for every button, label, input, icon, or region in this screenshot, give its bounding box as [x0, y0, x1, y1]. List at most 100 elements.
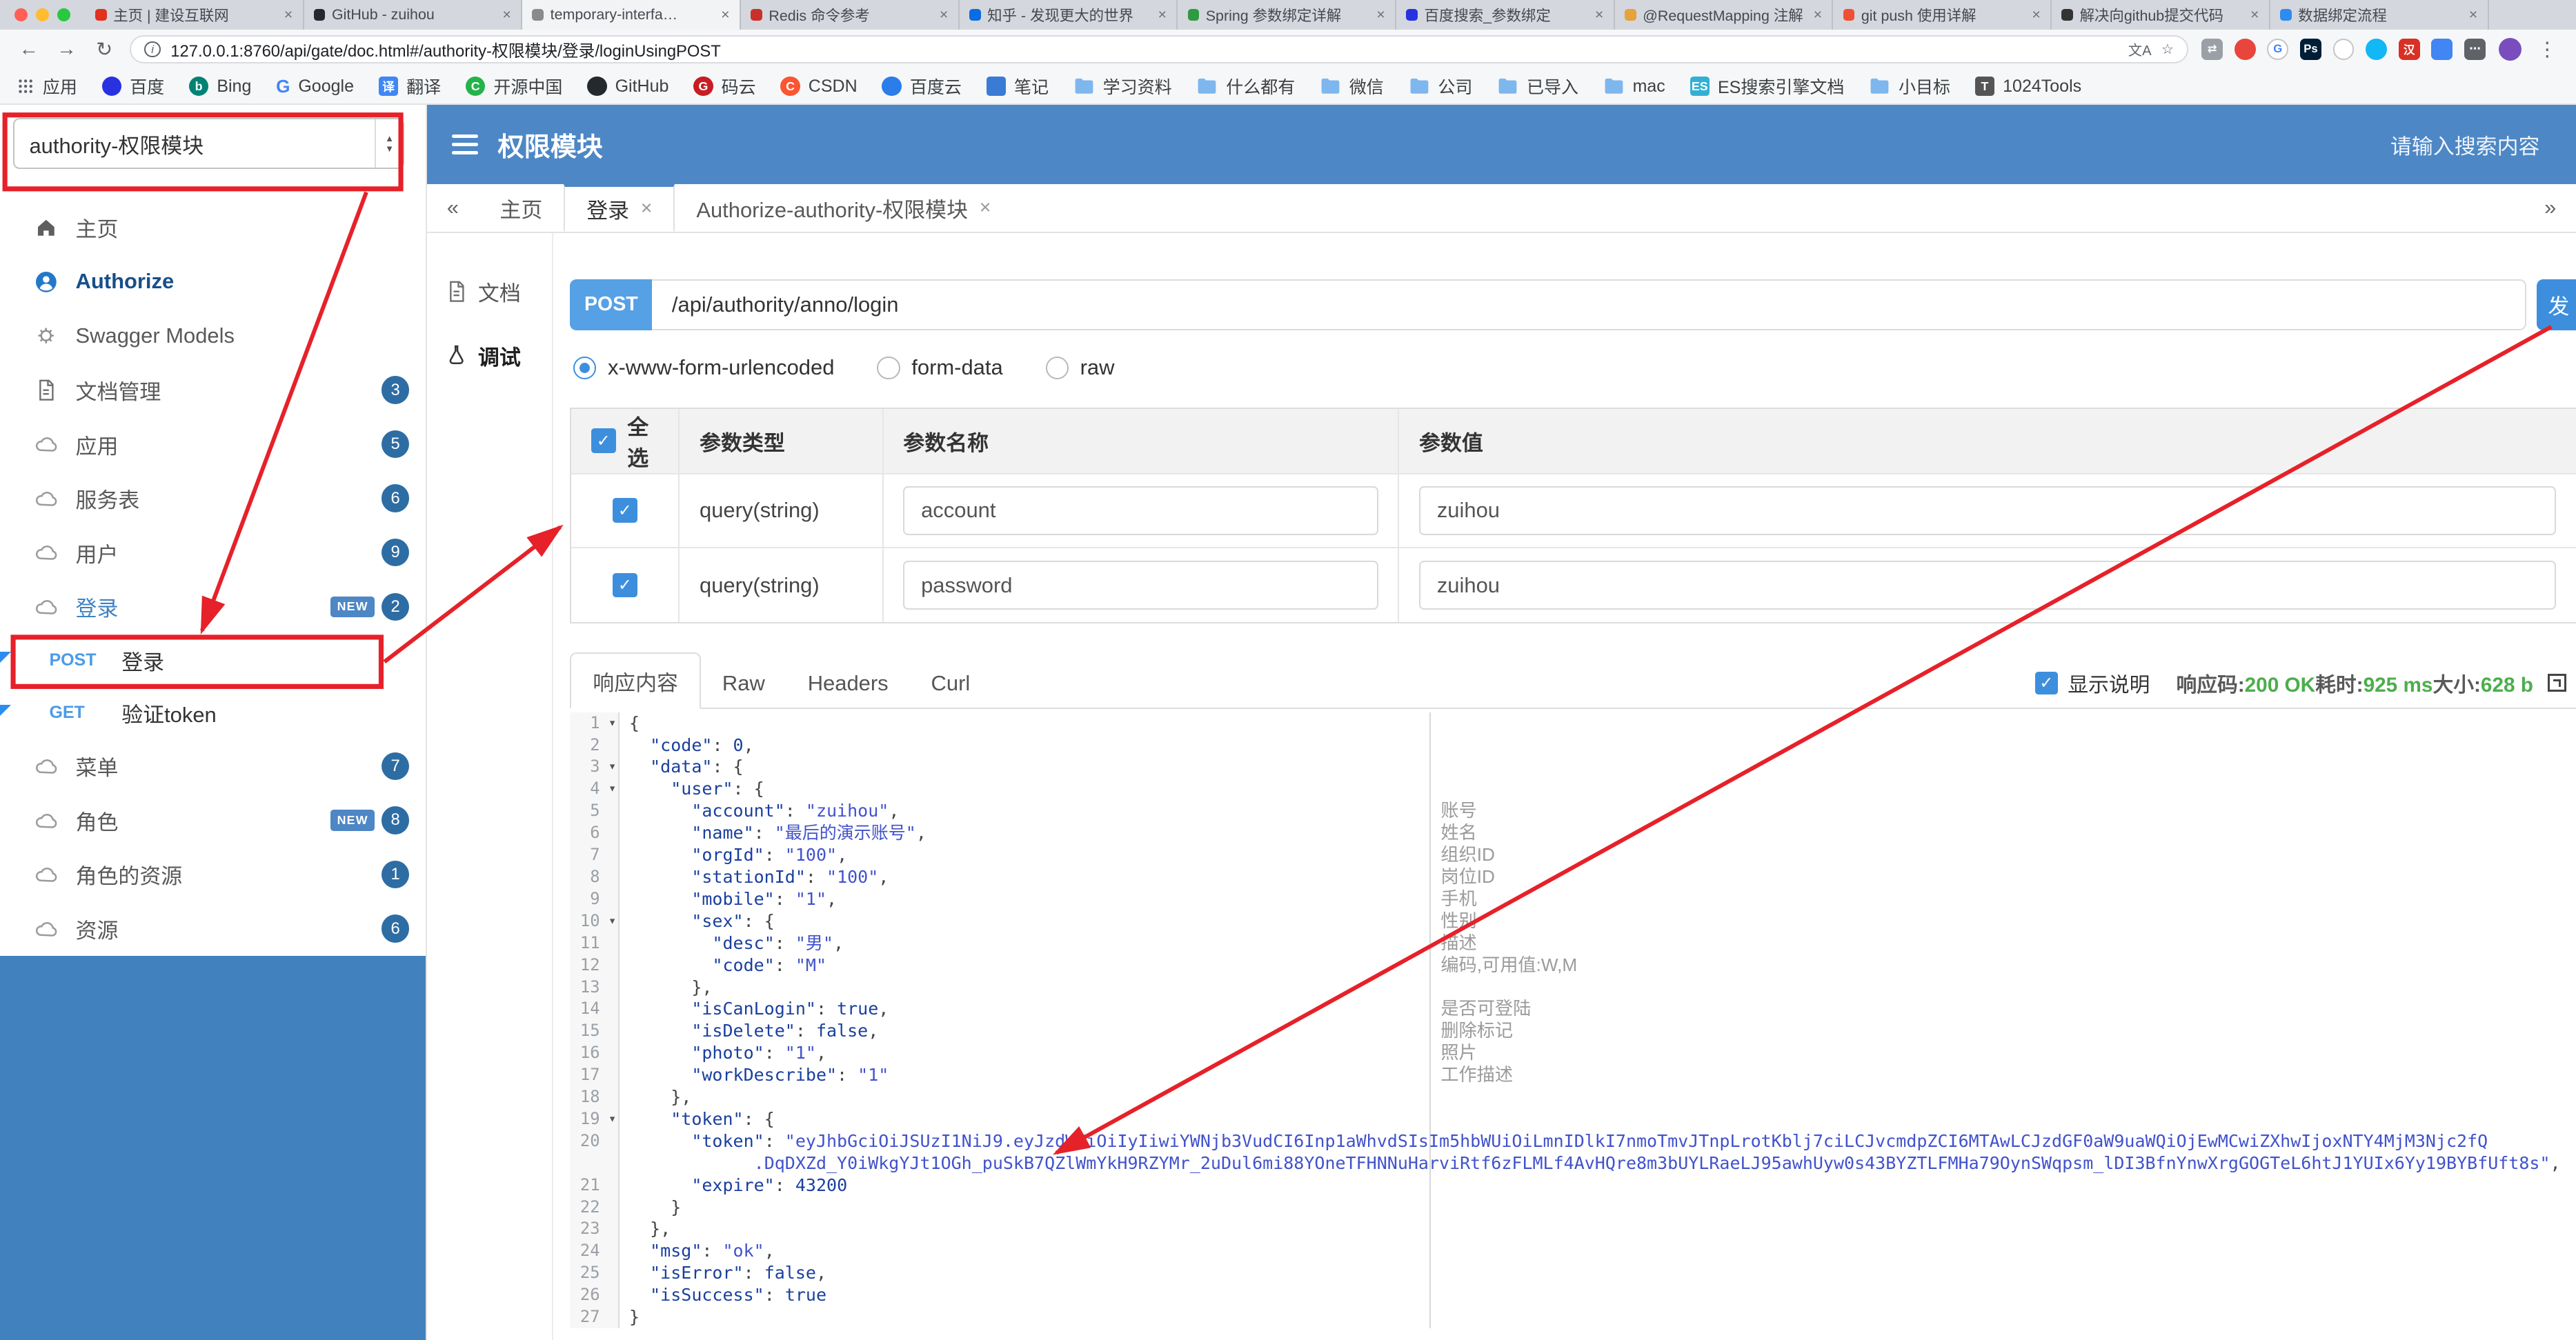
- fold-icon[interactable]: ▾: [608, 756, 616, 778]
- service-select[interactable]: authority-权限模块 ▲ ▼: [13, 118, 404, 170]
- sidebar-item[interactable]: 菜单 7: [0, 739, 426, 794]
- bookmark-item[interactable]: T 1024Tools: [1974, 77, 2081, 97]
- tab-close-icon[interactable]: ×: [502, 6, 511, 23]
- bookmark-star-icon[interactable]: ☆: [2161, 41, 2174, 58]
- extension-icon[interactable]: G: [2267, 38, 2289, 60]
- back-icon[interactable]: ←: [17, 38, 41, 61]
- bookmark-item[interactable]: 学习资料: [1073, 74, 1172, 99]
- minimize-window-icon[interactable]: [36, 8, 50, 21]
- response-tab[interactable]: Curl: [910, 660, 992, 708]
- sidebar-item[interactable]: 服务表 6: [0, 471, 426, 526]
- radio-icon[interactable]: [573, 356, 597, 380]
- radio-icon[interactable]: [877, 356, 900, 380]
- fold-icon[interactable]: ▾: [608, 1108, 616, 1130]
- maximize-window-icon[interactable]: [57, 8, 71, 21]
- content-type-option[interactable]: x-www-form-urlencoded: [573, 355, 834, 380]
- sidebar-item[interactable]: 登录 NEW 2: [0, 580, 426, 634]
- close-icon[interactable]: ×: [980, 197, 991, 219]
- param-name-input[interactable]: account: [903, 486, 1378, 536]
- profile-avatar[interactable]: [2498, 37, 2522, 61]
- extension-icon[interactable]: [2234, 38, 2256, 60]
- bookmark-item[interactable]: G Google: [276, 76, 354, 97]
- page-info-icon[interactable]: i: [144, 41, 161, 58]
- bookmark-item[interactable]: 百度: [101, 74, 164, 99]
- forward-icon[interactable]: →: [55, 38, 79, 61]
- header-search-input[interactable]: 请输入搜索内容: [2390, 129, 2540, 160]
- bookmark-item[interactable]: 什么都有: [1196, 74, 1295, 99]
- response-tab[interactable]: Headers: [786, 660, 910, 708]
- tab-close-icon[interactable]: ×: [940, 6, 949, 23]
- close-icon[interactable]: ×: [641, 197, 653, 220]
- fold-icon[interactable]: ▾: [608, 910, 616, 932]
- sidebar-item[interactable]: Swagger Models: [0, 309, 426, 363]
- param-name-input[interactable]: password: [903, 560, 1378, 610]
- response-tab[interactable]: 响应内容: [570, 652, 701, 710]
- row-checkbox[interactable]: ✓: [613, 572, 637, 598]
- reload-icon[interactable]: ↻: [92, 37, 117, 61]
- collapse-left-icon[interactable]: «: [427, 195, 478, 220]
- tab-close-icon[interactable]: ×: [284, 6, 293, 23]
- subnav-item[interactable]: 文档: [427, 259, 552, 323]
- param-value-input[interactable]: zuihou: [1419, 486, 2557, 536]
- bookmark-item[interactable]: GitHub: [587, 77, 668, 97]
- tab-close-icon[interactable]: ×: [1595, 6, 1604, 23]
- browser-tab[interactable]: 主页 | 建设互联网 ×: [86, 0, 304, 30]
- menu-toggle-icon[interactable]: [451, 130, 478, 159]
- bookmark-item[interactable]: 小目标: [1869, 74, 1950, 99]
- browser-menu-icon[interactable]: ⋮: [2535, 37, 2559, 61]
- bookmark-item[interactable]: 笔记: [986, 74, 1049, 99]
- bookmark-item[interactable]: 公司: [1409, 74, 1472, 99]
- browser-tab[interactable]: temporary-interfa… ×: [522, 0, 741, 30]
- bookmark-item[interactable]: 应用: [17, 74, 77, 99]
- sidebar-item[interactable]: 文档管理 3: [0, 363, 426, 417]
- show-description-toggle[interactable]: ✓ 显示说明: [2034, 668, 2150, 698]
- bookmark-item[interactable]: 译翻译: [378, 74, 441, 99]
- browser-tab[interactable]: 解决向github提交代码 ×: [2052, 0, 2270, 30]
- sidebar-api-get[interactable]: GET 验证token: [0, 686, 426, 739]
- tab-close-icon[interactable]: ×: [2250, 6, 2259, 23]
- tab-close-icon[interactable]: ×: [2032, 6, 2041, 23]
- fold-icon[interactable]: ▾: [608, 712, 616, 734]
- browser-tab[interactable]: 数据绑定流程 ×: [2270, 0, 2489, 30]
- sidebar-item[interactable]: 主页: [0, 201, 426, 255]
- tab-close-icon[interactable]: ×: [1158, 6, 1167, 23]
- bookmark-item[interactable]: 微信: [1320, 74, 1384, 99]
- extension-icon[interactable]: ⇄: [2201, 38, 2223, 60]
- bookmark-item[interactable]: mac: [1603, 76, 1665, 97]
- bookmark-item[interactable]: 已导入: [1497, 74, 1578, 99]
- doc-tab[interactable]: 登录 ×: [564, 183, 675, 232]
- sidebar-item[interactable]: 应用 5: [0, 417, 426, 472]
- bookmark-item[interactable]: 百度云: [882, 74, 962, 99]
- extension-icon[interactable]: [2366, 38, 2388, 60]
- sidebar-item[interactable]: 资源 6: [0, 901, 426, 956]
- close-window-icon[interactable]: [14, 8, 28, 21]
- row-checkbox[interactable]: ✓: [613, 498, 637, 523]
- bookmark-item[interactable]: b Bing: [188, 77, 251, 97]
- browser-tab[interactable]: 知乎 - 发现更大的世界 ×: [960, 0, 1178, 30]
- sidebar-item[interactable]: 角色 NEW 8: [0, 793, 426, 848]
- collapse-right-icon[interactable]: »: [2525, 195, 2576, 220]
- send-button[interactable]: 发: [2536, 279, 2576, 330]
- bookmark-item[interactable]: ES ES搜索引擎文档: [1690, 74, 1844, 99]
- browser-tab[interactable]: git push 使用详解 ×: [1833, 0, 2052, 30]
- address-bar[interactable]: i 127.0.0.1:8760/api/gate/doc.html#/auth…: [130, 35, 2189, 63]
- browser-tab[interactable]: Spring 参数绑定详解 ×: [1178, 0, 1397, 30]
- browser-tab[interactable]: Redis 命令参考 ×: [741, 0, 960, 30]
- doc-tab[interactable]: Authorize-authority-权限模块 ×: [675, 184, 1012, 232]
- bookmark-item[interactable]: C 开源中国: [465, 74, 562, 99]
- tab-close-icon[interactable]: ×: [1376, 6, 1385, 23]
- extension-icon[interactable]: [2332, 38, 2355, 60]
- param-value-input[interactable]: zuihou: [1419, 560, 2557, 610]
- browser-tab[interactable]: 百度搜索_参数绑定 ×: [1396, 0, 1615, 30]
- sidebar-item[interactable]: 用户 9: [0, 526, 426, 580]
- extension-icon[interactable]: [2431, 38, 2453, 60]
- fold-icon[interactable]: ▾: [608, 778, 616, 800]
- show-desc-checkbox[interactable]: ✓: [2034, 671, 2059, 695]
- bookmark-item[interactable]: G 码云: [693, 74, 756, 99]
- sidebar-item[interactable]: Authorize: [0, 254, 426, 309]
- sidebar-api-post[interactable]: POST 登录: [0, 634, 426, 686]
- browser-tab[interactable]: GitHub - zuihou ×: [304, 0, 523, 30]
- tab-close-icon[interactable]: ×: [1814, 6, 1823, 23]
- expand-icon[interactable]: [2548, 674, 2566, 692]
- extension-icon[interactable]: Ps: [2299, 38, 2321, 60]
